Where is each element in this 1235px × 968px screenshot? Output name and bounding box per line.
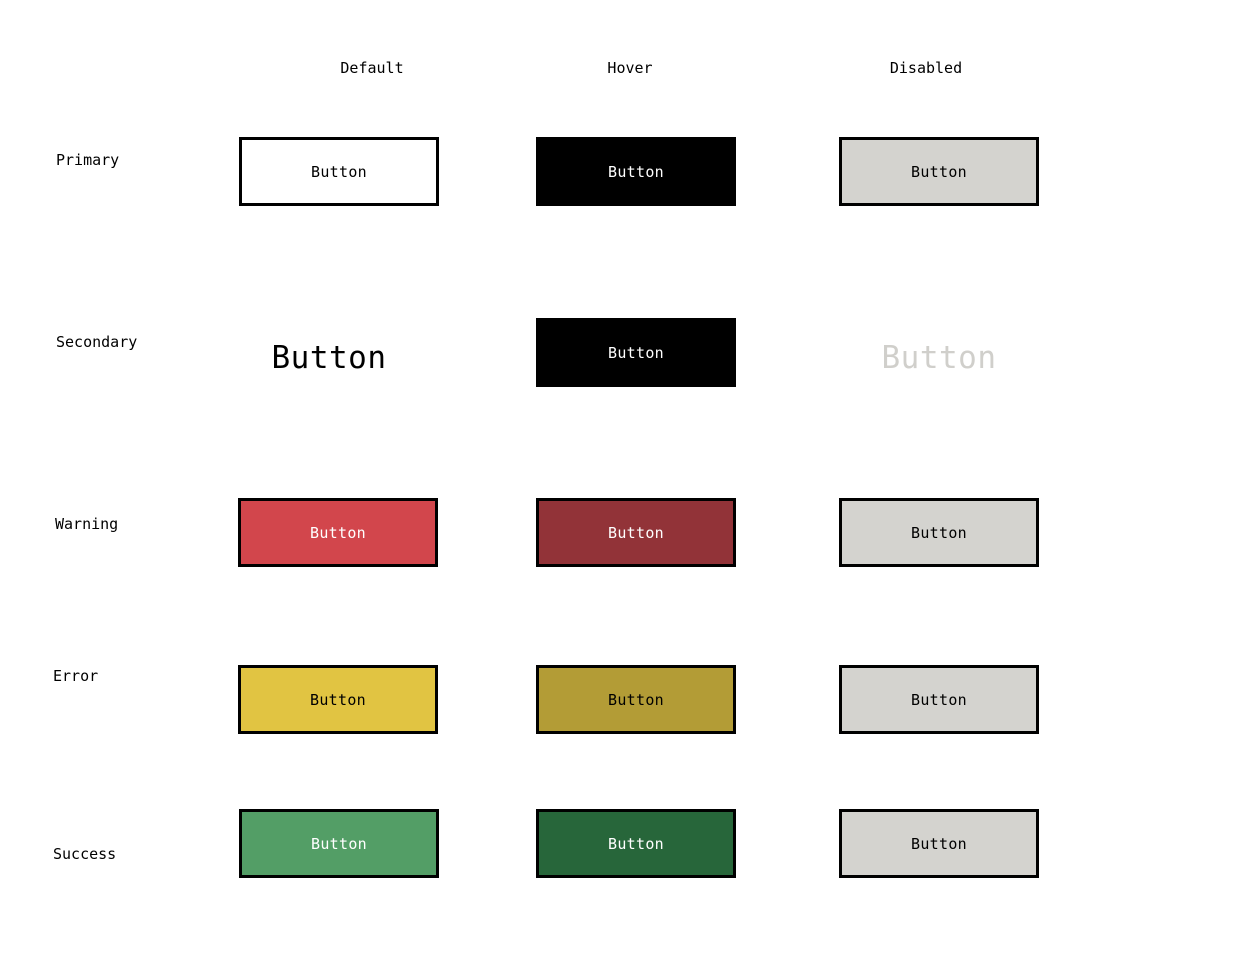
- success-default-button[interactable]: Button: [239, 809, 439, 878]
- secondary-default-button[interactable]: Button: [229, 323, 429, 392]
- success-disabled-button: Button: [839, 809, 1039, 878]
- error-default-button[interactable]: Button: [238, 665, 438, 734]
- primary-disabled-button: Button: [839, 137, 1039, 206]
- primary-hover-button[interactable]: Button: [536, 137, 736, 206]
- error-hover-button[interactable]: Button: [536, 665, 736, 734]
- success-hover-button[interactable]: Button: [536, 809, 736, 878]
- warning-disabled-button: Button: [839, 498, 1039, 567]
- error-disabled-button: Button: [839, 665, 1039, 734]
- row-label-warning: Warning: [55, 515, 119, 533]
- primary-default-button[interactable]: Button: [239, 137, 439, 206]
- warning-default-button[interactable]: Button: [238, 498, 438, 567]
- row-label-error: Error: [53, 667, 99, 685]
- secondary-disabled-button: Button: [839, 323, 1039, 392]
- row-label-success: Success: [53, 845, 117, 863]
- column-header-disabled: Disabled: [889, 59, 963, 77]
- row-label-secondary: Secondary: [56, 333, 138, 351]
- row-label-primary: Primary: [56, 151, 120, 169]
- secondary-hover-button[interactable]: Button: [536, 318, 736, 387]
- column-header-hover: Hover: [607, 59, 653, 77]
- column-header-default: Default: [340, 59, 404, 77]
- warning-hover-button[interactable]: Button: [536, 498, 736, 567]
